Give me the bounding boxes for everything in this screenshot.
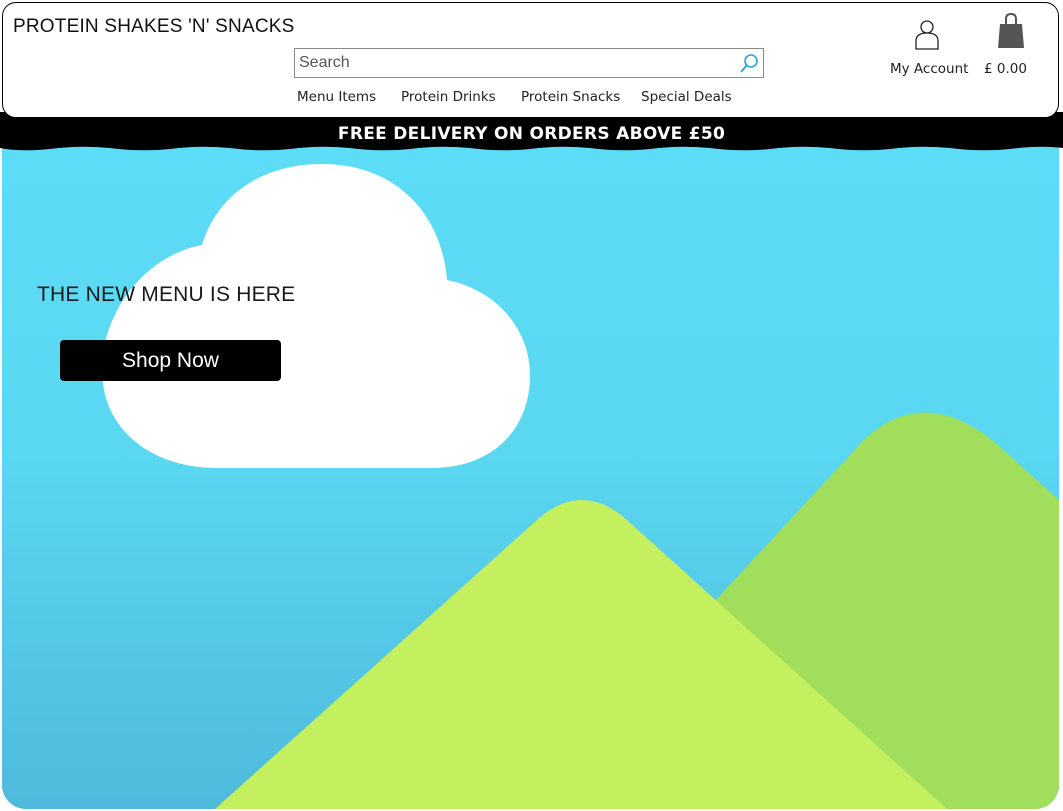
search-icon[interactable] [737,52,761,76]
cloud [102,164,530,468]
search-input[interactable] [299,52,729,74]
nav-item-menu-items[interactable]: Menu Items [297,89,376,105]
delivery-banner-text: FREE DELIVERY ON ORDERS ABOVE £50 [337,124,726,144]
shopping-bag-icon[interactable] [997,12,1025,50]
nav-item-protein-snacks[interactable]: Protein Snacks [521,89,620,105]
nav-item-protein-drinks[interactable]: Protein Drinks [401,89,496,105]
my-account-link[interactable]: My Account [890,61,968,77]
cart-total[interactable]: £ 0.00 [984,61,1027,77]
brand-logo-text[interactable]: PROTEIN SHAKES 'N' SNACKS [13,16,294,38]
nav-item-special-deals[interactable]: Special Deals [641,89,732,105]
hero-illustration [2,140,1059,809]
user-icon[interactable] [914,17,940,51]
hero-title: THE NEW MENU IS HERE [37,283,296,306]
shop-now-button[interactable]: Shop Now [60,340,281,381]
delivery-banner: FREE DELIVERY ON ORDERS ABOVE £50 [0,112,1063,154]
search-bar [294,48,764,78]
